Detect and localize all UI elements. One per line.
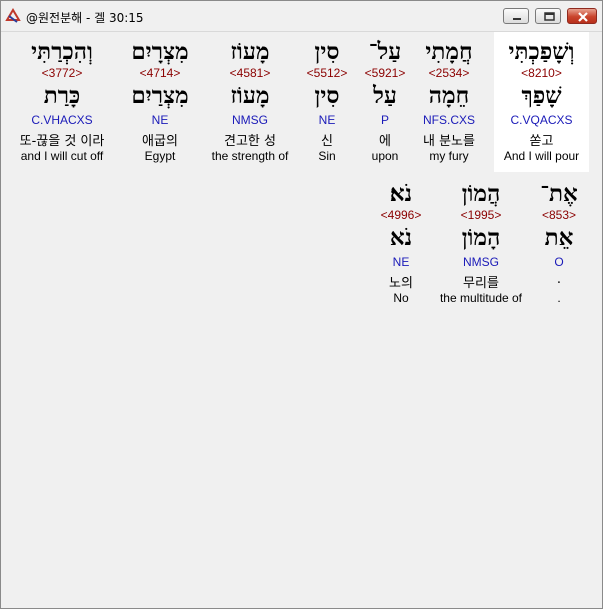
grammar-code: NMSG: [232, 113, 268, 127]
english-gloss: my fury: [429, 149, 469, 163]
maximize-button[interactable]: [535, 8, 561, 24]
word-cell[interactable]: וְשָׁפַכְתִּי <8210> שָׁפַךְ C.VQACXS 쏟고…: [494, 32, 589, 172]
minimize-icon: [513, 18, 521, 20]
hebrew-lemma: נֹא: [389, 224, 413, 251]
korean-gloss: 무리를: [463, 276, 499, 291]
korean-gloss: 에: [379, 134, 391, 149]
grammar-code: NE: [392, 255, 410, 269]
korean-gloss: 쏟고: [529, 134, 554, 149]
word-cell[interactable]: מִצְרָיִם <4714> מִצְרַיִם NE 애굽의 Egypt: [117, 32, 203, 172]
grammar-code: NFS.CXS: [422, 113, 475, 127]
hebrew-word: עַל־: [368, 38, 402, 65]
korean-gloss: 신: [321, 134, 333, 149]
strong-number[interactable]: <1995>: [429, 208, 533, 222]
hebrew-lemma: שָׁפַךְ: [521, 82, 562, 109]
hebrew-lemma: אֵת: [544, 224, 574, 251]
hebrew-lemma: עַל: [373, 82, 397, 109]
close-button[interactable]: [567, 8, 597, 24]
grammar-code: C.VHACXS: [31, 113, 93, 127]
korean-gloss: 견고한 성: [224, 134, 276, 149]
word-cell[interactable]: סִין <5512> סִין NE 신 Sin: [299, 32, 355, 172]
window-title: @원전분해 - 겔 30:15: [26, 11, 144, 25]
hebrew-word: הֲמוֹן: [461, 180, 501, 207]
close-icon: [578, 12, 588, 22]
english-gloss: the strength of: [211, 149, 289, 163]
strong-number[interactable]: <2534>: [407, 66, 491, 80]
english-gloss: the multitude of: [439, 291, 523, 305]
word-cell[interactable]: מָעוֹז <4581> מָעוֹז NMSG 견고한 성 the stre…: [203, 32, 297, 172]
word-cell[interactable]: נֹא׃ <4996> נֹא NE 노의 No: [369, 174, 433, 314]
app-window: @원전분해 - 겔 30:15 וְשָׁפַכְתִּי <8210> שָׁ…: [0, 0, 603, 609]
english-gloss: Sin: [318, 149, 336, 163]
strong-number[interactable]: <8210>: [494, 66, 589, 80]
grammar-code: C.VQACXS: [510, 113, 573, 127]
hebrew-word: אֶת־: [540, 180, 578, 207]
maximize-icon: [544, 12, 555, 21]
word-cell[interactable]: עַל־ <5921> עַל P 에 upon: [357, 32, 413, 172]
strong-number[interactable]: <4996>: [369, 208, 433, 222]
hebrew-lemma: מָעוֹז: [230, 82, 270, 109]
hebrew-word: וְהִכְרַתִּי: [31, 38, 93, 65]
korean-gloss: 또-끊을 것 이라: [19, 134, 105, 149]
grammar-code: NE: [318, 113, 336, 127]
hebrew-word: חֲמָתִי: [425, 38, 473, 65]
strong-number[interactable]: <853>: [529, 208, 589, 222]
hebrew-lemma: סִין: [314, 82, 340, 109]
interlinear-panel: וְשָׁפַכְתִּי <8210> שָׁפַךְ C.VQACXS 쏟고…: [1, 32, 602, 608]
english-gloss: upon: [371, 149, 399, 163]
hebrew-word: וְשָׁפַכְתִּי: [508, 38, 575, 65]
strong-number[interactable]: <5512>: [299, 66, 355, 80]
hebrew-word: סִין: [314, 38, 340, 65]
hebrew-word: מָעוֹז: [230, 38, 270, 65]
word-cell[interactable]: חֲמָתִי <2534> חֵמָה NFS.CXS 내 분노를 my fu…: [407, 32, 491, 172]
korean-gloss: 내 분노를: [423, 134, 475, 149]
hebrew-lemma: חֵמָה: [428, 82, 470, 109]
hebrew-lemma: מִצְרַיִם: [131, 82, 189, 109]
word-cell[interactable]: הֲמוֹן <1995> הָמוֹן NMSG 무리를 the multit…: [429, 174, 533, 314]
word-cell[interactable]: וְהִכְרַתִּי <3772> כָּרַת C.VHACXS 또-끊을…: [7, 32, 117, 172]
minimize-button[interactable]: [503, 8, 529, 24]
grammar-code: NMSG: [463, 255, 499, 269]
strong-number[interactable]: <3772>: [7, 66, 117, 80]
hebrew-word: נֹא׃: [389, 180, 413, 207]
strong-number[interactable]: <4581>: [203, 66, 297, 80]
korean-gloss: .: [556, 272, 562, 287]
english-gloss: and I will cut off: [20, 149, 104, 163]
strong-number[interactable]: <4714>: [117, 66, 203, 80]
korean-gloss: 애굽의: [142, 134, 178, 149]
title-bar[interactable]: @원전분해 - 겔 30:15: [1, 1, 602, 32]
grammar-code: P: [380, 113, 389, 127]
english-gloss: Egypt: [144, 149, 176, 163]
hebrew-word: מִצְרָיִם: [131, 38, 189, 65]
grammar-code: NE: [151, 113, 169, 127]
english-gloss: And I will pour: [503, 149, 580, 163]
english-gloss: .: [557, 291, 561, 305]
korean-gloss: 노의: [389, 276, 413, 291]
word-cell[interactable]: אֶת־ <853> אֵת O . .: [529, 174, 589, 314]
hebrew-lemma: הָמוֹן: [461, 224, 501, 251]
app-logo-icon: [4, 7, 22, 25]
hebrew-lemma: כָּרַת: [43, 82, 81, 109]
english-gloss: No: [393, 291, 409, 305]
grammar-code: O: [554, 255, 564, 269]
strong-number[interactable]: <5921>: [357, 66, 413, 80]
